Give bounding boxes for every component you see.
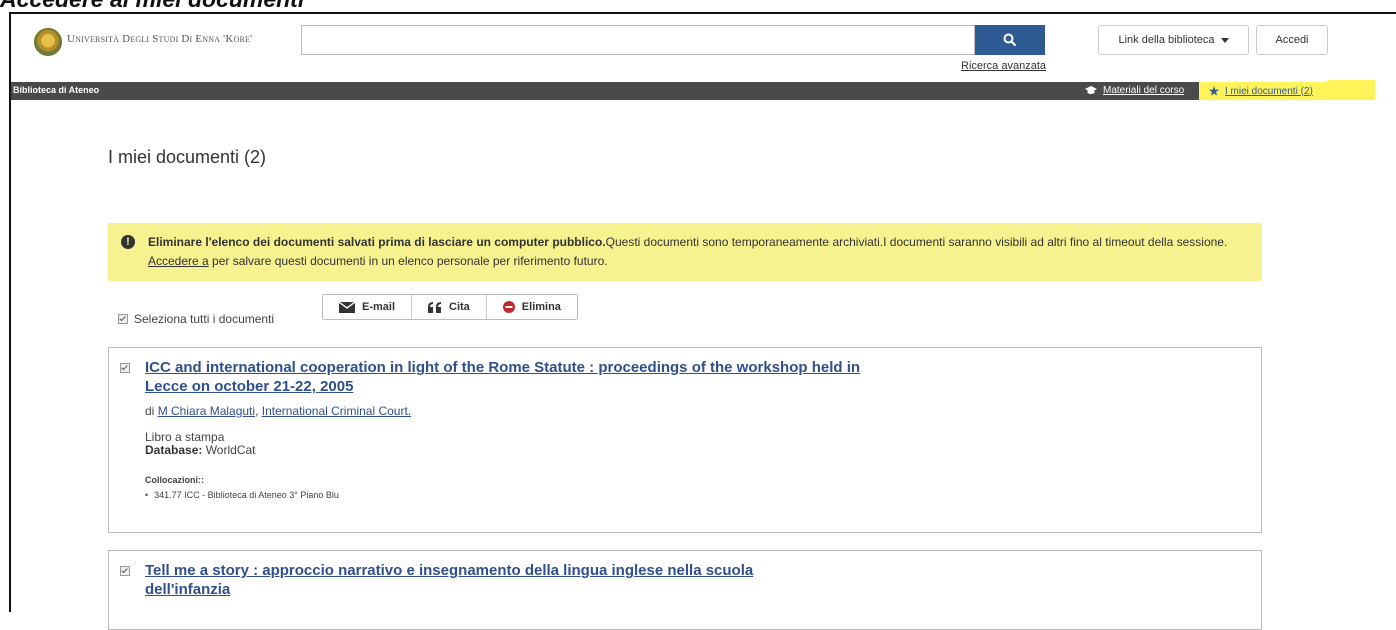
navbar: Biblioteca di Ateneo Materiali del corso… [11, 82, 1327, 100]
browser-frame: Università Degli Studi Di Enna 'Kore' Ri… [9, 12, 1396, 630]
search-icon [1003, 33, 1017, 47]
alert-text-1: Questi documenti sono temporaneamente ar… [605, 235, 1228, 249]
quote-icon [428, 301, 442, 313]
advanced-search-link[interactable]: Ricerca avanzata [961, 60, 1046, 72]
result-database: Database: WorldCat [145, 443, 256, 457]
email-label: E-mail [362, 301, 396, 313]
result-authors: di M Chiara Malaguti, International Crim… [145, 404, 411, 418]
author-separator: , [255, 404, 262, 418]
email-button[interactable]: E-mail [323, 295, 413, 319]
login-button[interactable]: Accedi [1256, 25, 1328, 55]
envelope-icon [339, 301, 355, 313]
alert-bold-text: Eliminare l'elenco dei documenti salvati… [148, 235, 606, 249]
course-materials-link[interactable]: Materiali del corso [1085, 85, 1184, 96]
result-title-link[interactable]: ICC and international cooperation in lig… [145, 358, 865, 396]
delete-button[interactable]: Elimina [486, 295, 577, 319]
author-link[interactable]: International Criminal Court. [262, 404, 411, 418]
search-input[interactable] [301, 25, 975, 55]
document-actions: E-mail Cita Elimina [322, 294, 578, 320]
search-button[interactable] [975, 25, 1045, 55]
page-title: I miei documenti (2) [108, 147, 267, 167]
university-logo-icon[interactable] [34, 28, 62, 56]
cite-label: Cita [449, 301, 470, 313]
result-checkbox[interactable] [120, 566, 130, 576]
minus-circle-icon [502, 301, 515, 313]
select-all-row[interactable]: Seleziona tutti i documenti [118, 312, 274, 326]
select-all-checkbox[interactable] [118, 314, 128, 324]
result-card: Tell me a story : approccio narrativo e … [108, 550, 1262, 630]
exclamation-icon: ! [121, 235, 135, 249]
course-materials-label: Materiali del corso [1103, 85, 1185, 96]
select-all-label: Seleziona tutti i documenti [134, 312, 275, 326]
result-card: ICC and international cooperation in lig… [108, 347, 1262, 533]
login-link[interactable]: Accedere a [148, 254, 209, 268]
result-checkbox[interactable] [120, 363, 130, 373]
author-link[interactable]: M Chiara Malaguti [158, 404, 255, 418]
alert-text-2: per salvare questi documenti in un elenc… [208, 254, 608, 268]
my-documents-label: I miei documenti (2) [1225, 85, 1313, 97]
result-format: Libro a stampa [145, 430, 225, 444]
holding-item: • 341.77 ICC - Biblioteca di Ateneo 3° P… [145, 490, 339, 500]
database-value: WorldCat [202, 443, 256, 457]
library-links-label: Link della biblioteca [1118, 34, 1215, 46]
graduation-cap-icon [1085, 86, 1097, 94]
cite-button[interactable]: Cita [412, 295, 487, 319]
my-documents-link[interactable]: I miei documenti (2) [1199, 82, 1327, 100]
star-icon [1209, 86, 1219, 96]
holdings-label: Collocazioni:: [145, 475, 204, 485]
delete-label: Elimina [521, 301, 561, 313]
nav-brand[interactable]: Biblioteca di Ateneo [13, 85, 99, 95]
database-label: Database: [145, 443, 203, 457]
holding-text: 341.77 ICC - Biblioteca di Ateneo 3° Pia… [154, 490, 339, 500]
university-name[interactable]: Università Degli Studi Di Enna 'Kore' [67, 33, 252, 45]
site-header: Università Degli Studi Di Enna 'Kore' Ri… [11, 14, 1396, 82]
library-links-dropdown[interactable]: Link della biblioteca [1098, 25, 1249, 55]
author-prefix: di [145, 404, 158, 418]
public-computer-alert: ! Eliminare l'elenco dei documenti salva… [108, 223, 1262, 281]
highlight-marker [1327, 80, 1375, 100]
bullet-icon: • [145, 490, 149, 500]
result-title-link[interactable]: Tell me a story : approccio narrativo e … [145, 561, 805, 599]
chevron-down-icon [1220, 37, 1229, 43]
